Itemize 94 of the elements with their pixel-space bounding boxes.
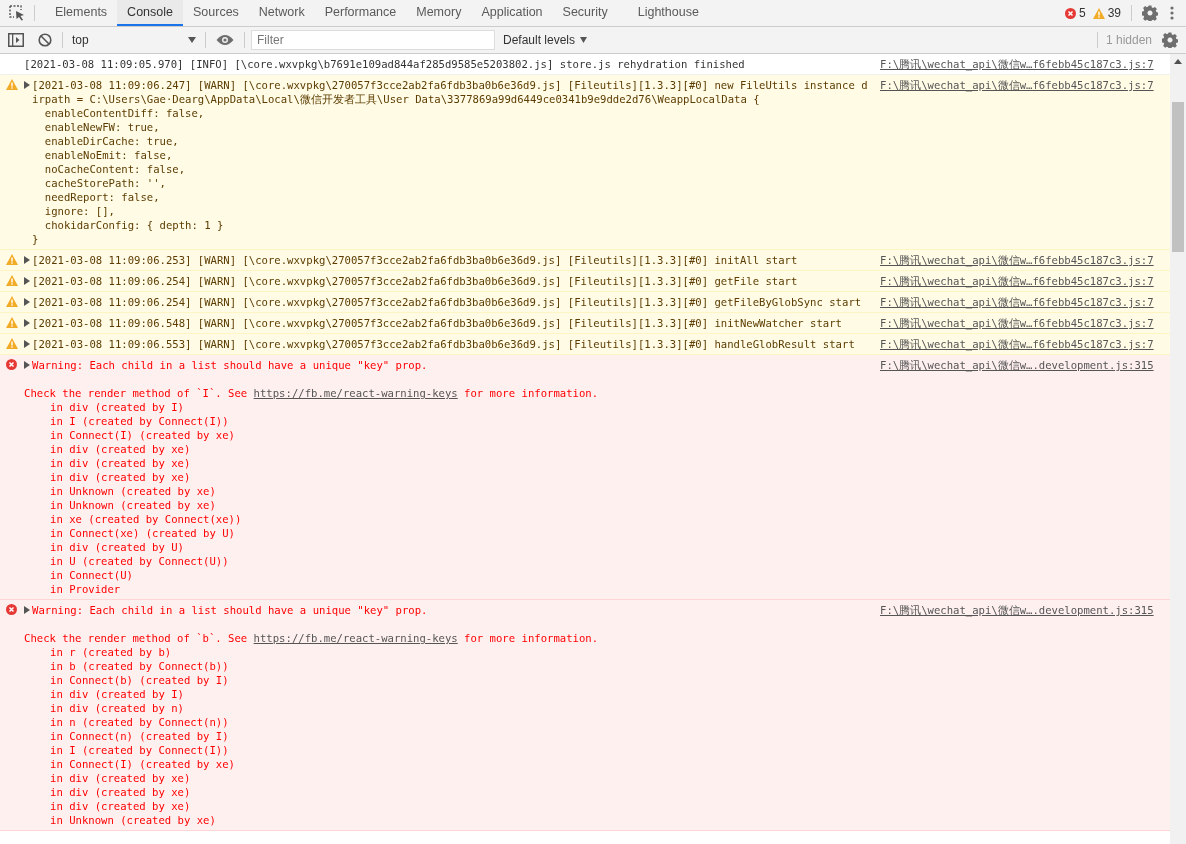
panel-tab[interactable]: Console xyxy=(117,0,183,26)
message-text: Warning: Each child in a list should have a unique "key" prop. xyxy=(32,358,428,372)
stack-line: in xe (created by Connect(xe)) xyxy=(49,512,243,526)
expand-triangle-icon[interactable] xyxy=(24,81,30,89)
source-link[interactable]: F:\腾讯\wechat_api\微信w…f6febb45c187c3.js:7 xyxy=(872,295,1168,309)
panel-tab[interactable]: Performance xyxy=(314,0,407,26)
docs-link[interactable]: https://fb.me/react-warning-keys xyxy=(253,632,458,644)
error-count: 5 xyxy=(1078,5,1086,22)
settings-icon[interactable] xyxy=(1162,32,1178,48)
panel-tab[interactable]: Security xyxy=(552,0,618,26)
stack-line: in div (created by xe) xyxy=(49,785,192,799)
warning-count: 39 xyxy=(1107,5,1121,22)
message-text: [2021-03-08 11:09:06.548] [WARN] [\core.wxvpkg\270057f3cce2ab2fa6fdb3ba0b6e36d9.js] [Fileutils][1.3.3][#0] initNewWatcher start xyxy=(32,316,842,330)
expand-triangle-icon[interactable] xyxy=(24,361,30,369)
expand-triangle-icon[interactable] xyxy=(24,319,30,327)
message-text: Warning: Each child in a list should have a unique "key" prop. xyxy=(32,603,428,617)
stack-line: in I (created by Connect(I)) xyxy=(49,743,230,757)
stack-line: in Unknown (created by xe) xyxy=(49,498,217,512)
context-select[interactable]: top xyxy=(63,27,205,53)
source-link[interactable]: F:\腾讯\wechat_api\微信w…f6febb45c187c3.js:7 xyxy=(872,337,1168,351)
stack-line: in Unknown (created by xe) xyxy=(49,813,217,827)
error-icon xyxy=(6,604,17,615)
stack-line: in div (created by xe) xyxy=(49,442,192,456)
expand-triangle-icon[interactable] xyxy=(24,256,30,264)
stack-line: in I (created by Connect(I)) xyxy=(49,414,230,428)
hidden-count: 1 hidden xyxy=(1105,32,1152,49)
warning-icon xyxy=(6,296,18,307)
stack-line: in Connect(I) (created by xe) xyxy=(49,428,236,442)
stack-line: in div (created by xe) xyxy=(49,456,192,470)
dropdown-caret-icon xyxy=(188,37,196,43)
eye-icon[interactable] xyxy=(216,34,234,46)
stack-line: in Connect(n) (created by I) xyxy=(49,729,230,743)
scroll-up-icon[interactable] xyxy=(1174,59,1182,64)
stack-line: in Unknown (created by xe) xyxy=(49,484,217,498)
stack-line: in div (created by U) xyxy=(49,540,185,554)
stack-line: in div (created by xe) xyxy=(49,470,192,484)
error-icon xyxy=(1064,8,1076,19)
warning-icon xyxy=(1092,8,1105,19)
stack-line: in r (created by b) xyxy=(49,645,173,659)
message-detail: Check the render method of `I`. See https://fb.me/react-warning-keys for more information. xyxy=(24,386,600,400)
message-text: [2021-03-08 11:09:06.247] [WARN] [\core.wxvpkg\270057f3cce2ab2fa6fdb3ba0b6e36d9.js] [Fileutils][1.3.3][#0] new FileUtils instance dirpath = C:\Users\Gae·Dearg\AppData\Local\微信开发者工具\User Data\3377869a99d6449ce0341b9e9dde2d76\WeappLocalData { enableContentDiff: false, enableNewFW: true, enableDirCache: true, enableNoEmit: false, noCacheContent: false, cacheStorePath: '', needReport: false, ignore: [], chokidarConfig: { depth: 1 } } xyxy=(32,78,869,246)
warning-icon xyxy=(6,254,18,265)
message-text: [2021-03-08 11:09:06.254] [WARN] [\core.wxvpkg\270057f3cce2ab2fa6fdb3ba0b6e36d9.js] [Fileutils][1.3.3][#0] getFile start xyxy=(32,274,798,288)
inspect-element-icon[interactable] xyxy=(9,5,25,21)
stack-line: in Provider xyxy=(49,582,122,596)
panel-tab[interactable]: Network xyxy=(248,0,315,26)
dropdown-caret-icon xyxy=(580,37,588,43)
expand-triangle-icon[interactable] xyxy=(24,340,30,348)
expand-triangle-icon[interactable] xyxy=(24,606,30,614)
levels-dropdown[interactable]: Default levels xyxy=(503,31,588,49)
source-link[interactable]: F:\腾讯\wechat_api\微信w….development.js:315 xyxy=(872,358,1168,596)
filter-field[interactable]: Filter xyxy=(251,30,495,50)
expand-triangle-icon[interactable] xyxy=(24,277,30,285)
docs-link[interactable]: https://fb.me/react-warning-keys xyxy=(253,387,458,399)
message-text: [2021-03-08 11:09:06.253] [WARN] [\core.wxvpkg\270057f3cce2ab2fa6fdb3ba0b6e36d9.js] [Fileutils][1.3.3][#0] initAll start xyxy=(32,253,798,267)
scrollbar-thumb[interactable] xyxy=(1172,102,1184,252)
scrollbar[interactable] xyxy=(1170,54,1186,844)
message-text: [2021-03-08 11:09:06.553] [WARN] [\core.wxvpkg\270057f3cce2ab2fa6fdb3ba0b6e36d9.js] [Fileutils][1.3.3][#0] handleGlobResult start xyxy=(32,337,855,351)
warning-icon xyxy=(6,317,18,328)
panel-tab[interactable]: Application xyxy=(471,0,553,26)
message-detail: Check the render method of `b`. See https://fb.me/react-warning-keys for more information. xyxy=(24,631,600,645)
stack-line: in Connect(b) (created by I) xyxy=(49,673,230,687)
message-text: [2021-03-08 11:09:06.254] [WARN] [\core.wxvpkg\270057f3cce2ab2fa6fdb3ba0b6e36d9.js] [Fileutils][1.3.3][#0] getFileByGlobSync start xyxy=(32,295,862,309)
stack-line: in U (created by Connect(U)) xyxy=(49,554,230,568)
stack-line: in div (created by xe) xyxy=(49,771,192,785)
stack-line: in div (created by n) xyxy=(49,701,185,715)
stack-line: in div (created by I) xyxy=(49,687,185,701)
sidebar-toggle-icon[interactable] xyxy=(8,33,24,47)
source-link[interactable]: F:\腾讯\wechat_api\微信w…f6febb45c187c3.js:7 xyxy=(872,253,1168,267)
stack-line: in div (created by xe) xyxy=(49,799,192,813)
stack-line: in Connect(I) (created by xe) xyxy=(49,757,236,771)
source-link[interactable]: F:\腾讯\wechat_api\微信w…f6febb45c187c3.js:7 xyxy=(872,316,1168,330)
source-link[interactable]: F:\腾讯\wechat_api\微信w…f6febb45c187c3.js:7 xyxy=(872,78,1168,246)
error-icon xyxy=(6,359,17,370)
panel-tab[interactable]: Memory xyxy=(406,0,472,26)
source-link[interactable]: F:\腾讯\wechat_api\微信w….development.js:315 xyxy=(872,603,1168,827)
panel-tab[interactable]: Elements xyxy=(45,0,118,26)
settings-icon[interactable] xyxy=(1142,5,1158,21)
stack-line: in b (created by Connect(b)) xyxy=(49,659,230,673)
source-link[interactable]: F:\腾讯\wechat_api\微信w…f6febb45c187c3.js:7 xyxy=(872,57,1168,71)
expand-triangle-icon[interactable] xyxy=(24,298,30,306)
clear-console-icon[interactable] xyxy=(38,33,52,47)
warning-icon xyxy=(6,338,18,349)
stack-line: in Connect(xe) (created by U) xyxy=(49,526,236,540)
panel-tab[interactable]: Sources xyxy=(183,0,249,26)
stack-line: in Connect(U) xyxy=(49,568,134,582)
warning-icon xyxy=(6,275,18,286)
message-text: [2021-03-08 11:09:05.970] [INFO] [\core.wxvpkg\b7691e109ad844af285d9585e5203802.js] store.js rehydration finished xyxy=(24,57,745,71)
source-link[interactable]: F:\腾讯\wechat_api\微信w…f6febb45c187c3.js:7 xyxy=(872,274,1168,288)
panel-tab[interactable]: Lighthouse xyxy=(627,0,709,26)
stack-line: in div (created by I) xyxy=(49,400,185,414)
stack-line: in n (created by Connect(n)) xyxy=(49,715,230,729)
more-menu-icon[interactable] xyxy=(1170,6,1174,20)
warning-icon xyxy=(6,79,18,90)
